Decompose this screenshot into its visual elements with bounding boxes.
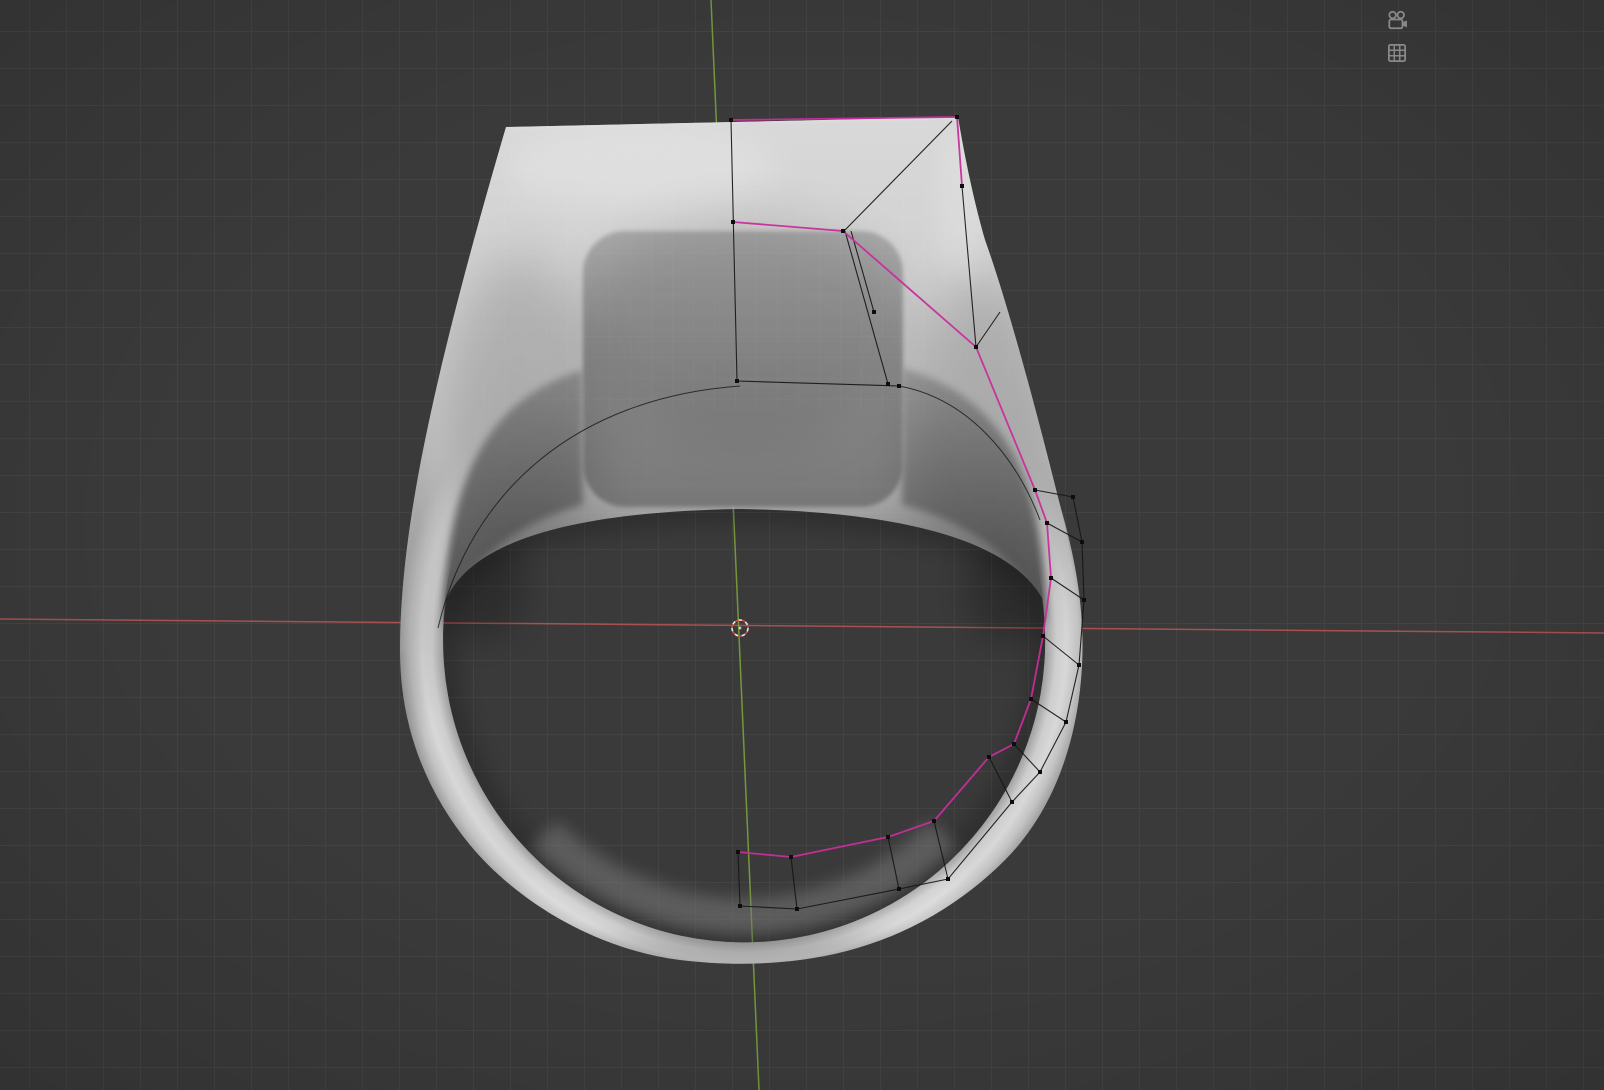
wireframe-vertex[interactable] — [1080, 540, 1084, 544]
viewport-scene — [0, 0, 1604, 1090]
wireframe-vertex[interactable] — [1049, 576, 1053, 580]
grid-icon[interactable] — [1386, 42, 1408, 64]
wireframe-vertex[interactable] — [886, 382, 890, 386]
wireframe-vertex[interactable] — [960, 184, 964, 188]
wireframe-vertex[interactable] — [1045, 521, 1049, 525]
wireframe-vertex[interactable] — [872, 310, 876, 314]
wireframe-vertex[interactable] — [987, 755, 991, 759]
wireframe-vertex[interactable] — [1012, 742, 1016, 746]
wireframe-vertex[interactable] — [1010, 800, 1014, 804]
wireframe-vertex[interactable] — [1082, 598, 1086, 602]
wireframe-vertex[interactable] — [946, 877, 950, 881]
wireframe-vertex[interactable] — [1071, 495, 1075, 499]
wireframe-vertex[interactable] — [729, 118, 733, 122]
wireframe-vertex[interactable] — [1077, 663, 1081, 667]
wireframe-vertex[interactable] — [897, 384, 901, 388]
camera-view-icon[interactable] — [1386, 10, 1408, 32]
wireframe-vertex[interactable] — [1038, 770, 1042, 774]
origin-center-dot — [739, 627, 742, 630]
wireframe-vertex[interactable] — [738, 904, 742, 908]
wireframe-vertex[interactable] — [1029, 697, 1033, 701]
3d-viewport[interactable] — [0, 0, 1604, 1090]
wireframe-vertex[interactable] — [841, 229, 845, 233]
wireframe-vertex[interactable] — [1041, 634, 1045, 638]
wireframe-vertex[interactable] — [1064, 720, 1068, 724]
wireframe-vertex[interactable] — [736, 850, 740, 854]
wireframe-vertex[interactable] — [974, 345, 978, 349]
wireframe-vertex[interactable] — [795, 907, 799, 911]
wireframe-vertex[interactable] — [789, 855, 793, 859]
wireframe-vertex[interactable] — [955, 115, 959, 119]
wireframe-vertex[interactable] — [897, 887, 901, 891]
wireframe-vertex[interactable] — [1033, 488, 1037, 492]
wireframe-vertex[interactable] — [932, 819, 936, 823]
viewport-corner-icons — [1386, 10, 1408, 64]
wireframe-vertex[interactable] — [731, 220, 735, 224]
wireframe-vertex[interactable] — [886, 835, 890, 839]
wireframe-vertex[interactable] — [735, 379, 739, 383]
